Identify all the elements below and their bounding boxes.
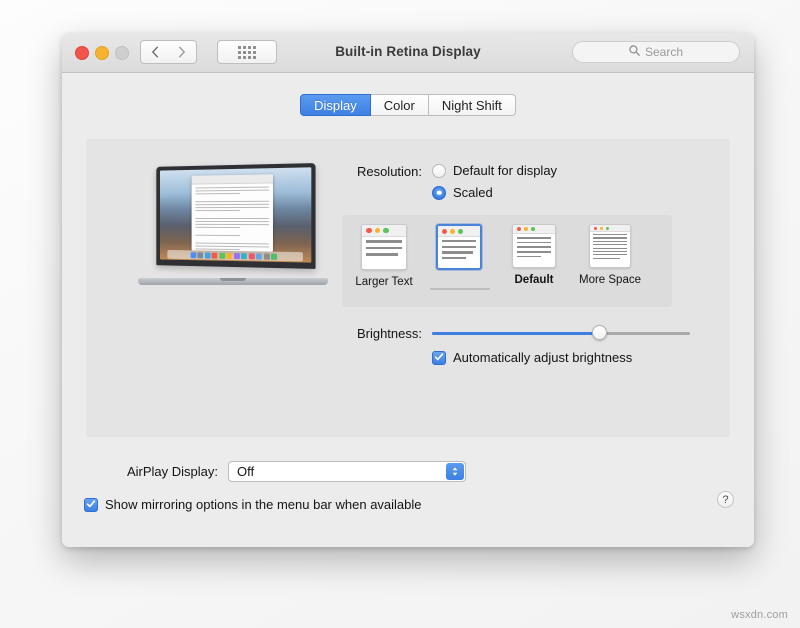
slider-thumb[interactable]	[592, 325, 607, 340]
radio-scaled[interactable]: Scaled	[432, 185, 557, 200]
resolution-row: Resolution: Default for display Scaled	[332, 163, 712, 207]
desktop-background: Built-in Retina Display Search Display	[0, 0, 800, 628]
auto-adjust-brightness-row[interactable]: Automatically adjust brightness	[432, 350, 712, 365]
help-button[interactable]: ?	[717, 491, 734, 508]
textedit-window-thumbnail	[191, 175, 273, 252]
radio-button-unselected[interactable]	[432, 164, 446, 178]
tab-color[interactable]: Color	[371, 94, 429, 116]
question-mark-icon: ?	[722, 494, 728, 506]
search-icon	[629, 43, 640, 61]
airplay-display-value: Off	[229, 464, 254, 479]
radio-scaled-label: Scaled	[453, 185, 493, 200]
display-settings-panel: Resolution: Default for display Scaled	[86, 139, 730, 437]
resolution-thumbnail-selected[interactable]	[436, 224, 482, 270]
resolution-thumbnail[interactable]	[512, 224, 556, 268]
checkmark-icon	[434, 349, 444, 367]
resolution-label-more-space: More Space	[579, 274, 641, 286]
preferences-content: Display Color Night Shift	[62, 73, 754, 547]
tab-display[interactable]: Display	[300, 94, 371, 116]
brightness-slider[interactable]	[432, 325, 690, 341]
tab-night-shift[interactable]: Night Shift	[429, 94, 516, 116]
resolution-label: Resolution:	[332, 163, 422, 207]
system-preferences-window: Built-in Retina Display Search Display	[62, 33, 754, 547]
display-form: Resolution: Default for display Scaled	[332, 163, 712, 365]
scaled-resolution-options: Larger Text	[342, 215, 672, 307]
slider-fill	[432, 332, 600, 335]
macbook-preview-image	[138, 165, 328, 289]
airplay-display-row: AirPlay Display: Off	[86, 461, 466, 482]
macbook-notch	[220, 278, 246, 281]
brightness-label: Brightness:	[332, 326, 422, 341]
resolution-thumbnail[interactable]	[361, 224, 407, 270]
airplay-display-select[interactable]: Off	[228, 461, 466, 482]
auto-adjust-brightness-checkbox[interactable]	[432, 351, 446, 365]
macbook-lid	[156, 163, 315, 269]
tab-bar: Display Color Night Shift	[62, 94, 754, 116]
resolution-label-default: Default	[515, 274, 554, 286]
chevron-up-down-icon[interactable]	[446, 463, 464, 480]
search-field[interactable]: Search	[572, 41, 740, 63]
show-mirroring-options-label: Show mirroring options in the menu bar w…	[105, 497, 422, 512]
brightness-row: Brightness:	[332, 325, 712, 341]
search-placeholder: Search	[645, 45, 683, 59]
watermark: wsxdn.com	[731, 609, 788, 621]
macbook-dock	[167, 250, 303, 261]
selection-indicator-line	[430, 288, 490, 290]
show-mirroring-options-checkbox[interactable]	[84, 498, 98, 512]
window-titlebar: Built-in Retina Display Search	[62, 33, 754, 73]
show-mirroring-options-row[interactable]: Show mirroring options in the menu bar w…	[84, 497, 422, 512]
airplay-display-label: AirPlay Display:	[86, 464, 218, 479]
resolution-option-selected[interactable]	[422, 224, 496, 276]
checkmark-icon	[86, 496, 96, 514]
resolution-option-default[interactable]: Default	[497, 224, 571, 286]
resolution-label-larger-text: Larger Text	[355, 276, 412, 288]
resolution-option-larger-text[interactable]: Larger Text	[347, 224, 421, 288]
radio-default-label: Default for display	[453, 163, 557, 178]
resolution-option-more-space[interactable]: More Space	[573, 224, 647, 286]
resolution-thumbnail[interactable]	[589, 224, 631, 268]
auto-adjust-brightness-label: Automatically adjust brightness	[453, 350, 632, 365]
radio-button-selected[interactable]	[432, 186, 446, 200]
macbook-screen	[160, 167, 311, 262]
radio-default-for-display[interactable]: Default for display	[432, 163, 557, 178]
